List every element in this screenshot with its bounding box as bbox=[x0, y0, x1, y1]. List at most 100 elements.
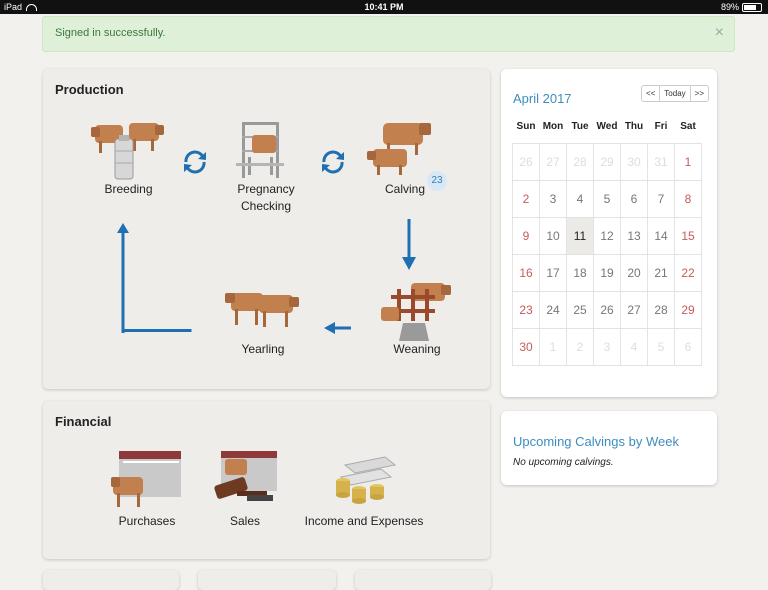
calendar-day-cell[interactable]: 6 bbox=[620, 180, 648, 218]
financial-title: Financial bbox=[55, 414, 112, 429]
calendar-week-row: 26 27 28 29 30 31 1 bbox=[512, 143, 702, 181]
status-right: 89% bbox=[721, 0, 762, 14]
weekday-header: Fri bbox=[654, 121, 668, 132]
arrow-left-icon bbox=[324, 322, 351, 334]
pregnancy-label-line1: Pregnancy bbox=[237, 182, 295, 196]
bottom-card bbox=[355, 570, 491, 590]
income-expenses-link[interactable]: Income and Expenses bbox=[299, 447, 429, 530]
calendar-day-cell[interactable]: 29 bbox=[593, 143, 621, 181]
breeding-link[interactable]: Breeding bbox=[91, 119, 166, 198]
calendar-day-cell[interactable]: 26 bbox=[512, 143, 540, 181]
calendar-day-cell[interactable]: 19 bbox=[593, 254, 621, 292]
calendar-next-button[interactable]: >> bbox=[689, 86, 708, 101]
weaning-link[interactable]: Weaning bbox=[377, 279, 457, 358]
battery-fill bbox=[744, 5, 757, 11]
upcoming-calvings-title: Upcoming Calvings by Week bbox=[513, 434, 679, 449]
weekday-header: Sun bbox=[516, 121, 536, 132]
breeding-icon bbox=[91, 123, 164, 180]
weekday-header: Mon bbox=[542, 121, 564, 132]
success-alert: Signed in successfully. × bbox=[42, 16, 735, 52]
calendar-day-cell[interactable]: 16 bbox=[512, 254, 540, 292]
calendar-day-cell[interactable]: 30 bbox=[620, 143, 648, 181]
purchases-label: Purchases bbox=[118, 514, 176, 528]
calendar-day-cell[interactable]: 4 bbox=[620, 328, 648, 366]
calendar-day-cell[interactable]: 6 bbox=[674, 328, 702, 366]
calendar-day-cell[interactable]: 3 bbox=[539, 180, 567, 218]
calendar-day-cell[interactable]: 2 bbox=[566, 328, 594, 366]
cycle-arrow-icon bbox=[322, 150, 344, 174]
yearling-label: Yearling bbox=[241, 342, 285, 356]
weekday-header: Tue bbox=[571, 121, 589, 132]
calendar-day-cell[interactable]: 15 bbox=[674, 217, 702, 255]
calendar-week-row: 23 24 25 26 27 28 29 bbox=[512, 291, 702, 329]
calendar-day-cell[interactable]: 4 bbox=[566, 180, 594, 218]
calendar-day-cell[interactable]: 28 bbox=[647, 291, 675, 329]
pregnancy-label-line2: Checking bbox=[240, 199, 292, 213]
calendar-grid: Sun Mon Tue Wed Thu Fri Sat 26 27 28 29 30 31 1 2 3 4 5 6… bbox=[512, 121, 702, 366]
pregnancy-checking-link[interactable]: Pregnancy Checking bbox=[226, 119, 306, 215]
calendar-day-cell[interactable]: 12 bbox=[593, 217, 621, 255]
upcoming-calvings-empty: No upcoming calvings. bbox=[513, 457, 614, 468]
weekday-header: Wed bbox=[596, 121, 618, 132]
calendar-day-cell[interactable]: 18 bbox=[566, 254, 594, 292]
battery-icon bbox=[742, 3, 762, 13]
upcoming-calvings-card: Upcoming Calvings by Week No upcoming ca… bbox=[501, 411, 717, 485]
calendar-day-cell[interactable]: 27 bbox=[539, 143, 567, 181]
calendar-day-cell[interactable]: 1 bbox=[674, 143, 702, 181]
calendar-day-cell[interactable]: 14 bbox=[647, 217, 675, 255]
yearling-icon bbox=[225, 293, 299, 327]
calendar-day-cell[interactable]: 23 bbox=[512, 291, 540, 329]
calendar-day-cell[interactable]: 9 bbox=[512, 217, 540, 255]
calendar-weekday-row: Sun Mon Tue Wed Thu Fri Sat bbox=[513, 121, 702, 144]
calendar-day-cell[interactable]: 26 bbox=[593, 291, 621, 329]
calendar-day-cell[interactable]: 22 bbox=[674, 254, 702, 292]
calendar-day-cell[interactable]: 3 bbox=[593, 328, 621, 366]
bottom-card bbox=[43, 570, 179, 590]
calendar-day-cell[interactable]: 31 bbox=[647, 143, 675, 181]
calendar-day-cell[interactable]: 5 bbox=[647, 328, 675, 366]
calendar-day-cell[interactable]: 24 bbox=[539, 291, 567, 329]
weaning-icon bbox=[381, 283, 451, 341]
calendar-day-cell[interactable]: 1 bbox=[539, 328, 567, 366]
breeding-label: Breeding bbox=[104, 182, 153, 196]
calendar-week-row: 30 1 2 3 4 5 6 bbox=[512, 328, 702, 366]
calendar-today-button[interactable]: Today bbox=[659, 86, 689, 101]
yearling-link[interactable]: Yearling bbox=[223, 279, 303, 358]
calendar-day-cell[interactable]: 28 bbox=[566, 143, 594, 181]
production-panel: Production Breeding Pregnancy Checking C… bbox=[43, 69, 490, 389]
sales-link[interactable]: Sales bbox=[207, 447, 283, 530]
calendar-day-cell[interactable]: 29 bbox=[674, 291, 702, 329]
calendar-prev-button[interactable]: << bbox=[642, 86, 659, 101]
arrow-down-icon bbox=[402, 219, 416, 270]
calendar-nav: << Today >> bbox=[640, 85, 709, 102]
calendar-day-cell[interactable]: 30 bbox=[512, 328, 540, 366]
calendar-day-cell[interactable]: 27 bbox=[620, 291, 648, 329]
calendar-day-cell[interactable]: 25 bbox=[566, 291, 594, 329]
calendar-day-cell[interactable]: 8 bbox=[674, 180, 702, 218]
production-title: Production bbox=[55, 82, 124, 97]
calendar-week-row: 9 10 11 12 13 14 15 bbox=[512, 217, 702, 255]
calendar-day-cell[interactable]: 11 bbox=[566, 217, 594, 255]
weekday-header: Thu bbox=[624, 121, 644, 132]
calendar-day-cell[interactable]: 20 bbox=[620, 254, 648, 292]
calendar-day-cell[interactable]: 10 bbox=[539, 217, 567, 255]
pregnancy-checking-icon bbox=[236, 122, 284, 178]
calendar-day-cell[interactable]: 17 bbox=[539, 254, 567, 292]
bottom-card bbox=[198, 570, 336, 590]
calendar-day-cell[interactable]: 21 bbox=[647, 254, 675, 292]
calendar-month-title: April 2017 bbox=[513, 91, 572, 106]
calving-count-badge: 23 bbox=[427, 171, 447, 191]
weaning-label: Weaning bbox=[393, 342, 441, 356]
calendar-day-cell[interactable]: 7 bbox=[647, 180, 675, 218]
alert-message: Signed in successfully. bbox=[55, 27, 166, 39]
calendar-day-cell[interactable]: 2 bbox=[512, 180, 540, 218]
calendar-body: 26 27 28 29 30 31 1 2 3 4 5 6 7 8 9 10 11 12 13 14 15 16 17 18 1… bbox=[512, 143, 702, 366]
calendar-day-cell[interactable]: 5 bbox=[593, 180, 621, 218]
sales-icon bbox=[214, 451, 277, 501]
arrow-up-icon bbox=[117, 223, 192, 333]
calendar-day-cell[interactable]: 13 bbox=[620, 217, 648, 255]
cycle-arrow-icon bbox=[184, 150, 206, 174]
calendar-week-row: 2345678 bbox=[512, 180, 702, 218]
alert-close-button[interactable]: × bbox=[715, 24, 724, 42]
purchases-link[interactable]: Purchases bbox=[109, 447, 185, 530]
